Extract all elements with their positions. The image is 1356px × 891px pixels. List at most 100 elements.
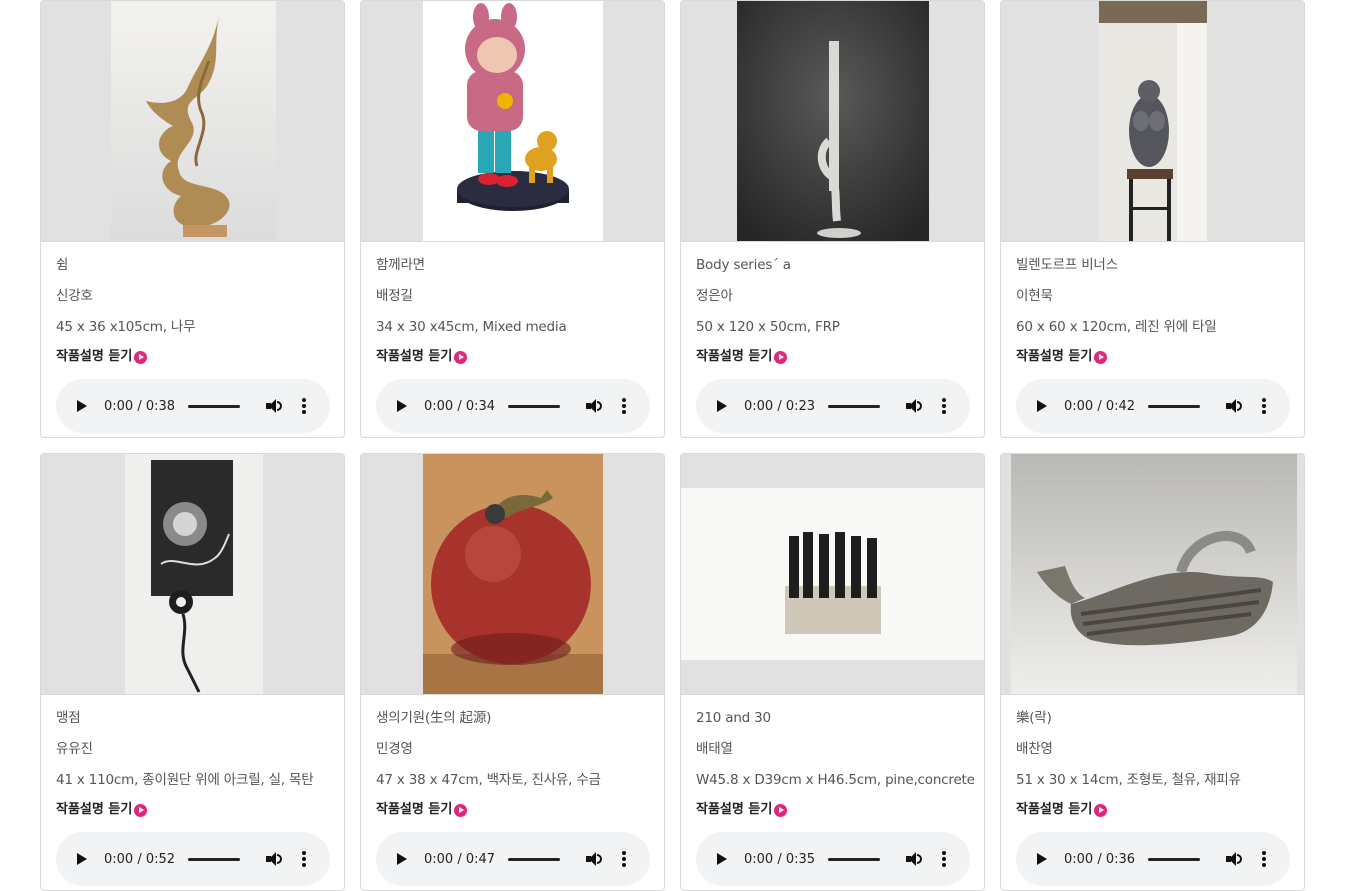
artwork-card: 210 and 30 배태열 W45.8 x D39cm x H46.5cm, … bbox=[680, 453, 985, 891]
artwork-photo bbox=[681, 454, 984, 694]
volume-icon[interactable] bbox=[266, 851, 284, 867]
artwork-title: 함께라면 bbox=[376, 257, 425, 273]
play-button[interactable] bbox=[394, 398, 410, 414]
artwork-artist: 배찬영 bbox=[1016, 741, 1053, 757]
volume-icon[interactable] bbox=[586, 851, 604, 867]
artwork-photo bbox=[1011, 454, 1297, 694]
play-icon bbox=[1037, 853, 1047, 865]
artwork-photo bbox=[1099, 1, 1207, 241]
artwork-photo bbox=[737, 1, 929, 241]
artwork-image-frame[interactable] bbox=[41, 1, 344, 242]
artwork-photo bbox=[111, 1, 276, 241]
play-circle-icon bbox=[454, 803, 468, 817]
more-options-icon[interactable] bbox=[942, 398, 946, 414]
listen-description-link[interactable]: 작품설명 듣기 bbox=[376, 796, 649, 824]
volume-icon[interactable] bbox=[266, 398, 284, 414]
volume-icon[interactable] bbox=[1226, 851, 1244, 867]
audio-progress-slider[interactable] bbox=[1148, 404, 1200, 408]
audio-time: 0:00 / 0:35 bbox=[744, 851, 816, 867]
audio-progress-slider[interactable] bbox=[1148, 857, 1200, 861]
artwork-image-frame[interactable] bbox=[681, 1, 984, 242]
audio-player[interactable]: 0:00 / 0:35 bbox=[696, 832, 970, 886]
audio-progress-slider[interactable] bbox=[188, 404, 240, 408]
artwork-card: 樂(락) 배찬영 51 x 30 x 14cm, 조형토, 철유, 재피유 작품… bbox=[1000, 453, 1305, 891]
volume-icon[interactable] bbox=[586, 398, 604, 414]
artwork-image-frame[interactable] bbox=[1001, 454, 1304, 695]
listen-description-link[interactable]: 작품설명 듣기 bbox=[696, 796, 969, 824]
more-options-icon[interactable] bbox=[1262, 851, 1266, 867]
play-circle-icon bbox=[774, 350, 788, 364]
audio-player[interactable]: 0:00 / 0:38 bbox=[56, 379, 330, 433]
artwork-spec: 47 x 38 x 47cm, 백자토, 진사유, 수금 bbox=[376, 772, 601, 788]
play-circle-icon bbox=[1094, 350, 1108, 364]
artwork-spec: 34 x 30 x45cm, Mixed media bbox=[376, 319, 567, 335]
audio-player[interactable]: 0:00 / 0:47 bbox=[376, 832, 650, 886]
artwork-image-frame[interactable] bbox=[681, 454, 984, 695]
play-button[interactable] bbox=[394, 851, 410, 867]
artwork-image-frame[interactable] bbox=[361, 1, 664, 242]
audio-progress-slider[interactable] bbox=[828, 404, 880, 408]
play-circle-icon bbox=[1094, 803, 1108, 817]
artwork-card: 함께라면 배정길 34 x 30 x45cm, Mixed media 작품설명… bbox=[360, 0, 665, 438]
audio-time: 0:00 / 0:52 bbox=[104, 851, 176, 867]
play-icon bbox=[717, 400, 727, 412]
listen-label: 작품설명 듣기 bbox=[1016, 802, 1093, 817]
more-options-icon[interactable] bbox=[302, 851, 306, 867]
audio-progress-slider[interactable] bbox=[188, 857, 240, 861]
artwork-artist: 이현묵 bbox=[1016, 288, 1053, 304]
artwork-card: 쉼 신강호 45 x 36 x105cm, 나무 작품설명 듣기 0:00 / … bbox=[40, 0, 345, 438]
play-button[interactable] bbox=[714, 851, 730, 867]
audio-player[interactable]: 0:00 / 0:52 bbox=[56, 832, 330, 886]
volume-icon[interactable] bbox=[1226, 398, 1244, 414]
play-circle-icon bbox=[134, 350, 148, 364]
audio-progress-slider[interactable] bbox=[508, 404, 560, 408]
play-button[interactable] bbox=[74, 851, 90, 867]
play-button[interactable] bbox=[714, 398, 730, 414]
artwork-spec: 50 x 120 x 50cm, FRP bbox=[696, 319, 840, 335]
audio-player[interactable]: 0:00 / 0:42 bbox=[1016, 379, 1290, 433]
listen-description-link[interactable]: 작품설명 듣기 bbox=[696, 343, 969, 371]
artwork-photo bbox=[423, 454, 603, 694]
play-icon bbox=[1037, 400, 1047, 412]
listen-description-link[interactable]: 작품설명 듣기 bbox=[56, 343, 329, 371]
volume-icon[interactable] bbox=[906, 851, 924, 867]
artwork-artist: 정은아 bbox=[696, 288, 733, 304]
listen-description-link[interactable]: 작품설명 듣기 bbox=[1016, 343, 1289, 371]
listen-description-link[interactable]: 작품설명 듣기 bbox=[1016, 796, 1289, 824]
play-icon bbox=[717, 853, 727, 865]
listen-label: 작품설명 듣기 bbox=[696, 349, 773, 364]
audio-time: 0:00 / 0:38 bbox=[104, 398, 176, 414]
artwork-image-frame[interactable] bbox=[41, 454, 344, 695]
more-options-icon[interactable] bbox=[302, 398, 306, 414]
play-icon bbox=[397, 853, 407, 865]
play-button[interactable] bbox=[74, 398, 90, 414]
more-options-icon[interactable] bbox=[942, 851, 946, 867]
audio-progress-slider[interactable] bbox=[828, 857, 880, 861]
artwork-title: 생의기원(生의 起源) bbox=[376, 710, 492, 726]
listen-label: 작품설명 듣기 bbox=[376, 349, 453, 364]
artwork-image-frame[interactable] bbox=[361, 454, 664, 695]
audio-time: 0:00 / 0:34 bbox=[424, 398, 496, 414]
artwork-title: 빌렌도르프 비너스 bbox=[1016, 257, 1118, 273]
more-options-icon[interactable] bbox=[1262, 398, 1266, 414]
play-icon bbox=[77, 853, 87, 865]
audio-progress-slider[interactable] bbox=[508, 857, 560, 861]
audio-player[interactable]: 0:00 / 0:34 bbox=[376, 379, 650, 433]
listen-description-link[interactable]: 작품설명 듣기 bbox=[56, 796, 329, 824]
audio-player[interactable]: 0:00 / 0:23 bbox=[696, 379, 970, 433]
artwork-card: 생의기원(生의 起源) 민경영 47 x 38 x 47cm, 백자토, 진사유… bbox=[360, 453, 665, 891]
artwork-photo bbox=[423, 1, 603, 241]
artwork-spec: 60 x 60 x 120cm, 레진 위에 타일 bbox=[1016, 319, 1217, 335]
artwork-artist: 배정길 bbox=[376, 288, 413, 304]
play-button[interactable] bbox=[1034, 398, 1050, 414]
listen-description-link[interactable]: 작품설명 듣기 bbox=[376, 343, 649, 371]
more-options-icon[interactable] bbox=[622, 851, 626, 867]
play-button[interactable] bbox=[1034, 851, 1050, 867]
more-options-icon[interactable] bbox=[622, 398, 626, 414]
artwork-artist: 민경영 bbox=[376, 741, 413, 757]
artwork-image-frame[interactable] bbox=[1001, 1, 1304, 242]
audio-player[interactable]: 0:00 / 0:36 bbox=[1016, 832, 1290, 886]
volume-icon[interactable] bbox=[906, 398, 924, 414]
listen-label: 작품설명 듣기 bbox=[56, 802, 133, 817]
artwork-title: 쉼 bbox=[56, 257, 69, 273]
